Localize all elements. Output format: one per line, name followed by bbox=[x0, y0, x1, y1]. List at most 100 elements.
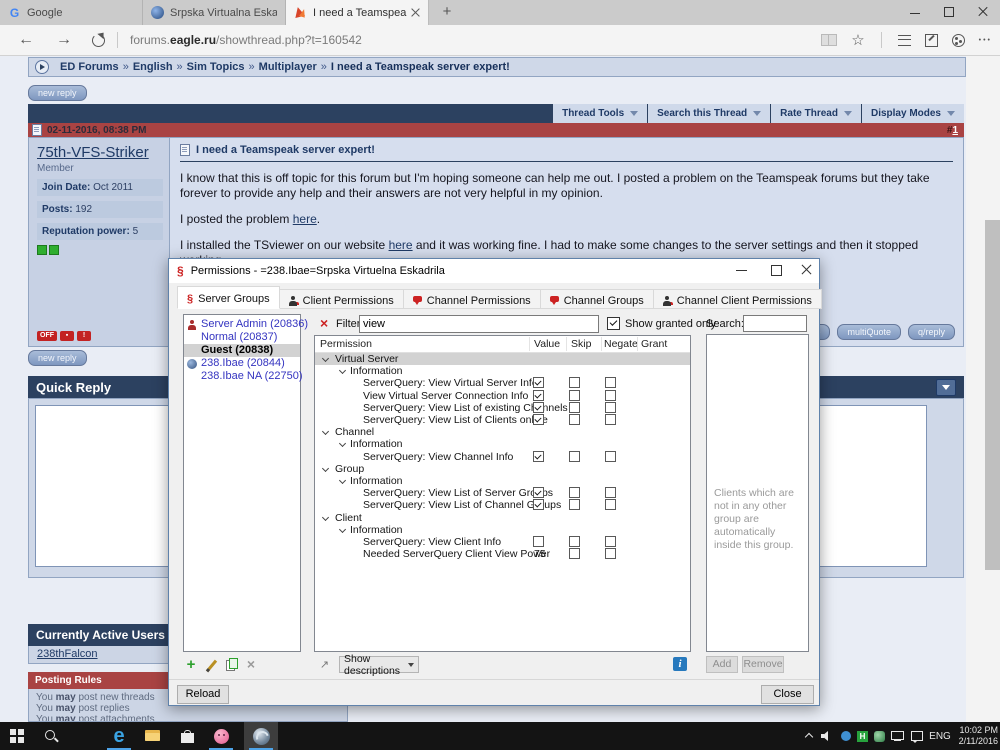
breadcrumb-link[interactable]: Sim Topics bbox=[187, 61, 245, 73]
search-input[interactable] bbox=[743, 315, 807, 332]
window-minimize-button[interactable] bbox=[898, 0, 932, 24]
skip-checkbox[interactable] bbox=[569, 487, 580, 498]
rename-group-button[interactable] bbox=[203, 657, 219, 673]
negate-checkbox[interactable] bbox=[605, 414, 616, 425]
negate-checkbox[interactable] bbox=[605, 548, 616, 559]
breadcrumb-link[interactable]: English bbox=[133, 61, 173, 73]
permission-row[interactable]: Information bbox=[315, 524, 690, 536]
server-group-item[interactable]: 238.Ibae NA (22750) bbox=[184, 370, 303, 383]
apply-permissions-icon[interactable]: ↗ bbox=[317, 658, 332, 673]
tray-teamspeak-icon[interactable] bbox=[871, 722, 888, 750]
permission-row[interactable]: Information bbox=[315, 475, 690, 487]
server-group-item[interactable]: Guest (20838) bbox=[184, 344, 300, 357]
dialog-tab-channel-permissions[interactable]: Channel Permissions bbox=[403, 289, 541, 309]
value-number[interactable]: 75 bbox=[534, 548, 546, 560]
multiquote-button[interactable]: multiQuote bbox=[837, 324, 901, 340]
dialog-tab-client-permissions[interactable]: Client Permissions bbox=[279, 289, 404, 309]
web-note-icon[interactable] bbox=[924, 33, 938, 47]
close-button[interactable]: Close bbox=[761, 685, 814, 704]
value-checkbox[interactable] bbox=[533, 451, 544, 462]
skip-checkbox[interactable] bbox=[569, 390, 580, 401]
negate-checkbox[interactable] bbox=[605, 377, 616, 388]
collapse-arrow-icon[interactable] bbox=[936, 378, 956, 396]
permission-row[interactable]: ServerQuery: View List of existing Chann… bbox=[315, 402, 690, 414]
negate-checkbox[interactable] bbox=[605, 499, 616, 510]
post-number[interactable]: #1 bbox=[947, 125, 958, 136]
permission-row[interactable]: Channel bbox=[315, 426, 690, 438]
value-checkbox[interactable] bbox=[533, 487, 544, 498]
tree-collapse-icon[interactable] bbox=[323, 515, 329, 521]
taskbar-teamspeak-button[interactable] bbox=[244, 722, 278, 750]
thread-tool-button[interactable]: Rate Thread bbox=[770, 104, 861, 123]
server-group-item[interactable]: Normal (20837) bbox=[184, 331, 300, 344]
permission-row[interactable]: ServerQuery: View Client Info bbox=[315, 536, 690, 548]
permission-row[interactable]: ServerQuery: View List of Channel Groups bbox=[315, 499, 690, 511]
back-icon[interactable]: ← bbox=[18, 31, 34, 49]
value-checkbox[interactable] bbox=[533, 402, 544, 413]
skip-checkbox[interactable] bbox=[569, 536, 580, 547]
tree-collapse-icon[interactable] bbox=[323, 466, 329, 472]
taskbar-start-button[interactable] bbox=[0, 722, 34, 750]
tab-close-icon[interactable] bbox=[411, 8, 420, 17]
thread-tool-button[interactable]: Thread Tools bbox=[552, 104, 648, 123]
reading-view-icon[interactable] bbox=[821, 34, 838, 46]
column-header[interactable]: Grant bbox=[641, 338, 667, 350]
dialog-maximize-button[interactable] bbox=[761, 259, 791, 281]
negate-checkbox[interactable] bbox=[605, 451, 616, 462]
action-center-icon[interactable] bbox=[907, 722, 926, 750]
taskbar-file-explorer-button[interactable] bbox=[136, 722, 170, 750]
value-checkbox[interactable] bbox=[533, 377, 544, 388]
new-reply-button[interactable]: new reply bbox=[28, 350, 87, 366]
dialog-tab-channel-groups[interactable]: Channel Groups bbox=[540, 289, 654, 309]
negate-checkbox[interactable] bbox=[605, 487, 616, 498]
delete-group-button[interactable]: × bbox=[243, 657, 259, 673]
tray-hwinfo-icon[interactable]: H bbox=[854, 722, 871, 750]
taskbar-edge-button[interactable]: e bbox=[102, 722, 136, 750]
tree-collapse-icon[interactable] bbox=[340, 441, 346, 447]
negate-checkbox[interactable] bbox=[605, 390, 616, 401]
permission-row[interactable]: ServerQuery: View List of Clients online bbox=[315, 414, 690, 426]
permission-row[interactable]: Client bbox=[315, 512, 690, 524]
hub-icon[interactable] bbox=[897, 34, 911, 46]
reload-button[interactable]: Reload bbox=[177, 685, 229, 704]
negate-checkbox[interactable] bbox=[605, 402, 616, 413]
breadcrumb-link[interactable]: ED Forums bbox=[60, 61, 119, 73]
refresh-icon[interactable] bbox=[92, 33, 105, 47]
thread-tool-button[interactable]: Display Modes bbox=[860, 104, 964, 123]
warn-badge-icon[interactable]: ! bbox=[77, 331, 91, 341]
window-close-button[interactable] bbox=[966, 0, 1000, 24]
permission-row[interactable]: Needed ServerQuery Client View Power 75 bbox=[315, 548, 690, 560]
dialog-minimize-button[interactable] bbox=[727, 259, 757, 281]
permission-row[interactable]: View Virtual Server Connection Info bbox=[315, 390, 690, 402]
value-checkbox[interactable] bbox=[533, 390, 544, 401]
dialog-tab-channel-client-permissions[interactable]: Channel Client Permissions bbox=[653, 289, 822, 309]
network-icon[interactable] bbox=[888, 722, 907, 750]
clock[interactable]: 10:02 PM 2/11/2016 bbox=[954, 722, 998, 750]
more-actions-icon[interactable]: ••• bbox=[979, 37, 992, 44]
skip-checkbox[interactable] bbox=[569, 377, 580, 388]
language-indicator[interactable]: ENG bbox=[926, 722, 954, 750]
tree-collapse-icon[interactable] bbox=[340, 527, 346, 533]
column-header[interactable]: Negate bbox=[604, 338, 638, 350]
share-icon[interactable] bbox=[951, 33, 965, 47]
add-group-button[interactable]: + bbox=[183, 657, 199, 673]
permission-row[interactable]: ServerQuery: View Channel Info bbox=[315, 451, 690, 463]
negate-checkbox[interactable] bbox=[605, 536, 616, 547]
page-scrollbar-thumb[interactable] bbox=[985, 220, 1000, 570]
new-tab-button[interactable]: + bbox=[437, 3, 457, 21]
tree-collapse-icon[interactable] bbox=[323, 429, 329, 435]
breadcrumb-expand-icon[interactable] bbox=[35, 60, 49, 74]
info-icon[interactable]: i bbox=[673, 657, 687, 671]
tree-collapse-icon[interactable] bbox=[323, 356, 329, 362]
permission-row[interactable]: Information bbox=[315, 365, 690, 377]
add-client-button[interactable]: Add bbox=[706, 656, 738, 673]
show-granted-checkbox[interactable] bbox=[607, 317, 620, 330]
column-header[interactable]: Value bbox=[534, 338, 560, 350]
url-text[interactable]: forums.eagle.ru/showthread.php?t=160542 bbox=[130, 33, 362, 47]
browser-tab[interactable]: G Google bbox=[0, 0, 143, 25]
favorites-star-icon[interactable]: ☆ bbox=[851, 33, 864, 48]
volume-icon[interactable] bbox=[818, 722, 838, 750]
active-user-link[interactable]: 238thFalcon bbox=[37, 648, 98, 660]
dialog-tab-server-groups[interactable]: § Server Groups bbox=[177, 286, 280, 309]
value-checkbox[interactable] bbox=[533, 536, 544, 547]
